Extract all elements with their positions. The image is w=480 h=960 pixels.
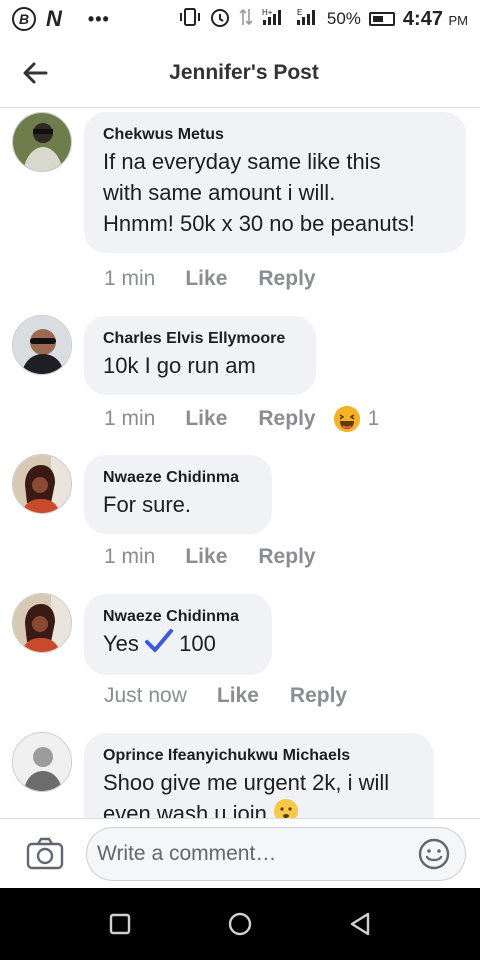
comment-text: If na everyday same like this with same … [103,149,415,236]
commenter-name[interactable]: Nwaeze Chidinma [103,608,252,626]
commenter-name[interactable]: Chekwus Metus [103,126,446,144]
square-icon[interactable] [104,908,136,940]
camera-icon[interactable] [26,837,64,871]
signal-e-icon: E [295,7,319,32]
signal-h-plus-icon: H+ [261,7,287,32]
reply-button[interactable]: Reply [258,407,315,431]
commenter-name[interactable]: Oprince Ifeanyichukwu Michaels [103,747,414,765]
check-mark-icon [145,629,174,661]
comment-actions: 1 min Like Reply 1 [104,406,379,432]
comment-input-placeholder: Write a comment… [97,842,277,865]
comment-bubble[interactable]: Nwaeze Chidinma Yes 100 [84,594,272,676]
avatar[interactable] [12,732,72,792]
comment-bubble[interactable]: Chekwus Metus If na everyday same like t… [84,112,466,253]
avatar[interactable] [12,593,72,653]
smiley-emoji-icon [273,798,299,818]
reaction-summary[interactable]: 1 [333,406,380,432]
avatar[interactable] [12,454,72,514]
reply-button[interactable]: Reply [258,267,315,291]
clock: 4:47 PM [402,7,468,30]
n-app-icon: N [46,6,62,31]
like-button[interactable]: Like [185,407,227,431]
comment-actions: 1 min Like Reply [104,267,316,291]
svg-text:E: E [297,8,302,17]
commenter-name[interactable]: Nwaeze Chidinma [103,469,252,487]
like-button[interactable]: Like [217,684,259,708]
comment-composer: Write a comment… [0,818,480,888]
svg-text:H+: H+ [262,8,273,17]
alarm-icon [209,6,231,33]
comment-actions: Just now Like Reply [104,684,347,708]
page-title: Jennifer's Post [169,60,319,84]
battery-percent: 50% [326,9,361,28]
laughing-emoji-icon [333,406,360,432]
data-transfer-icon [239,7,253,32]
circle-icon[interactable] [224,908,256,940]
commenter-name[interactable]: Charles Elvis Ellymoore [103,330,296,348]
arrow-left-icon[interactable] [18,56,52,90]
comment-time: 1 min [104,545,156,568]
comment-bubble[interactable]: Nwaeze Chidinma For sure. [84,455,272,534]
comment-text: For sure. [103,492,192,517]
b-app-icon: B [12,7,36,31]
like-button[interactable]: Like [185,267,227,291]
comment-list[interactable]: Chekwus Metus If na everyday same like t… [0,108,480,818]
like-button[interactable]: Like [185,545,227,569]
system-nav-bar [0,888,480,960]
comment-actions: 1 min Like Reply [104,545,316,569]
post-header: Jennifer's Post [0,38,480,108]
comment-bubble[interactable]: Charles Elvis Ellymoore 10k I go run am [84,316,316,395]
comment-time: Just now [104,684,187,707]
comment-bubble[interactable]: Oprince Ifeanyichukwu Michaels Shoo give… [84,733,434,818]
reply-button[interactable]: Reply [258,545,315,569]
comment-text: Yes 100 [103,628,252,661]
triangle-back-icon[interactable] [344,908,376,940]
more-notifications-icon: ••• [87,8,110,29]
reaction-count: 1 [367,407,380,430]
comment-time: 1 min [104,267,156,290]
battery-icon [368,12,395,26]
reply-button[interactable]: Reply [290,684,347,708]
status-bar: B N ••• H+ E 50% 4:47 PM [0,0,480,38]
comment-input[interactable]: Write a comment… [86,827,466,881]
avatar[interactable] [12,112,72,172]
vibrate-icon [179,7,201,32]
comment-time: 1 min [104,407,156,430]
comment-text: Shoo give me urgent 2k, i will even wash… [103,767,414,818]
comment-text: 10k I go run am [103,353,256,378]
avatar[interactable] [12,315,72,375]
smiley-icon[interactable] [417,837,451,871]
